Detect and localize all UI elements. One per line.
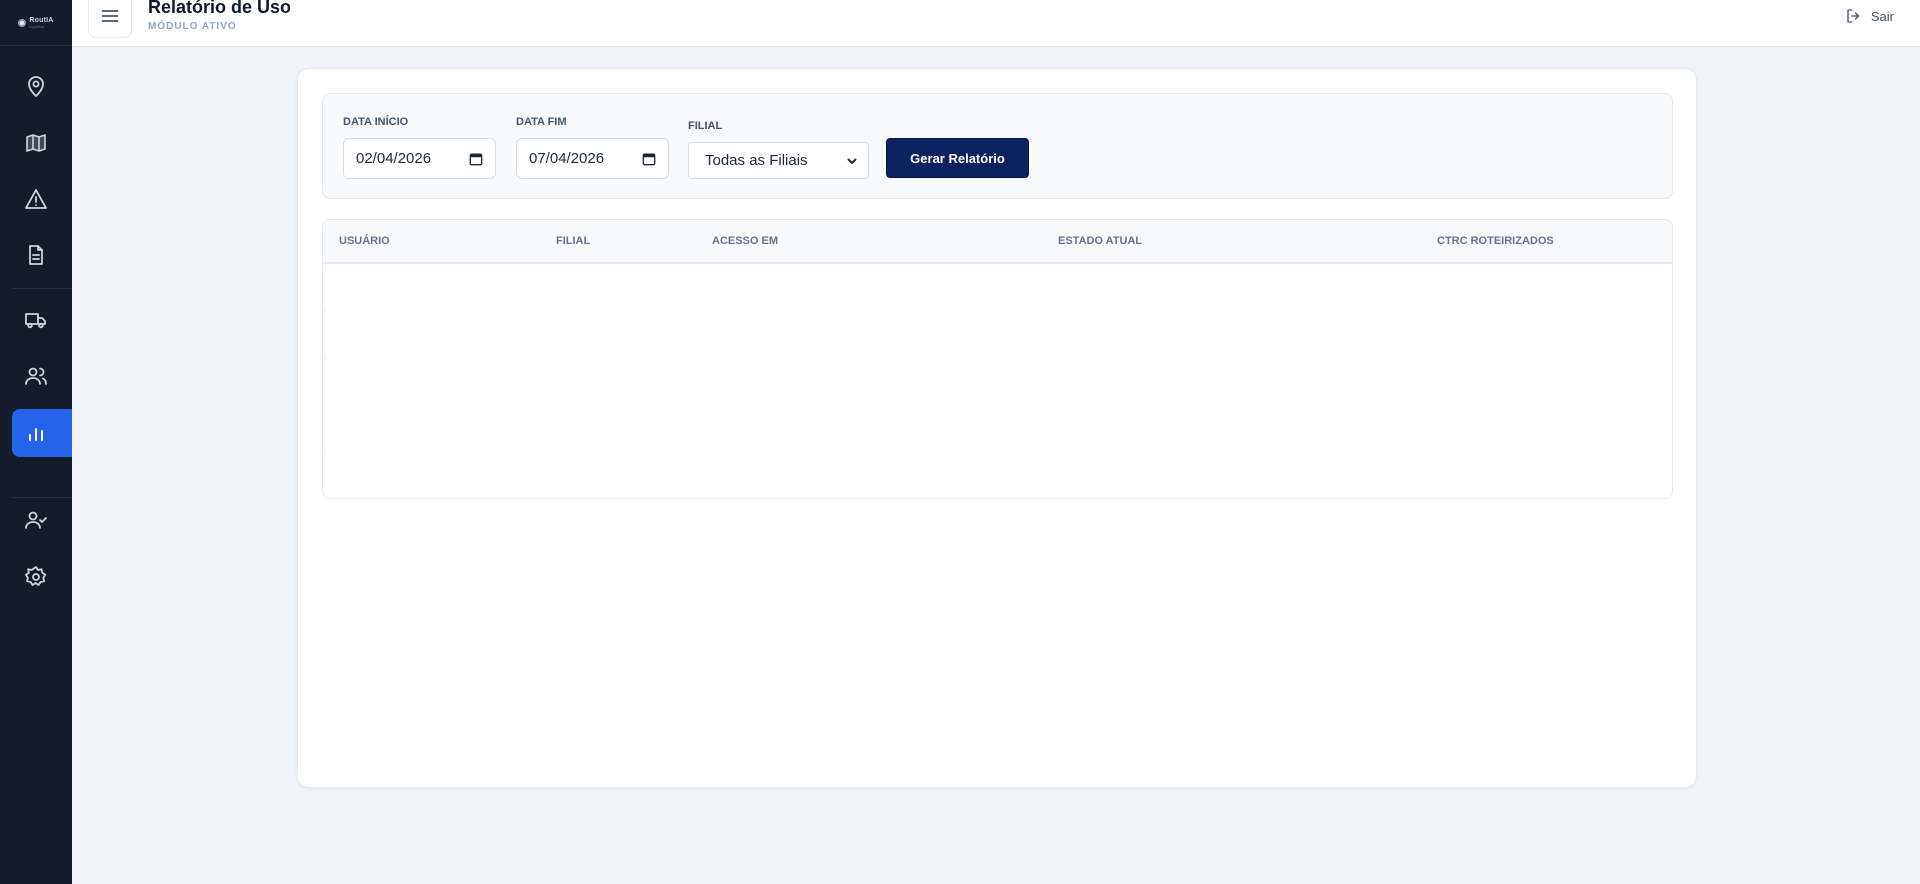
logo-text: RoutIA [29, 16, 54, 24]
sidebar-item-users[interactable] [12, 352, 72, 400]
start-date-label: DATA INÍCIO [343, 116, 409, 128]
column-header-branch[interactable]: FILIAL [556, 235, 590, 247]
branch-label: FILIAL [688, 120, 723, 132]
file-text-icon [29, 245, 43, 265]
menu-toggle-button[interactable] [88, 0, 132, 38]
end-date-label: DATA FIM [516, 116, 567, 128]
map-pin-icon [28, 76, 44, 97]
user-check-icon [25, 511, 47, 529]
end-date-input[interactable]: 07/04/2026 [516, 138, 669, 179]
report-card: DATA INÍCIO 02/04/2026 DATA FIM 07/04/20… [297, 68, 1697, 788]
column-header-status[interactable]: ESTADO ATUAL [1058, 235, 1142, 247]
topbar: Relatório de Uso MÓDULO ATIVO Sair [72, 0, 1920, 47]
start-date-input[interactable]: 02/04/2026 [343, 138, 496, 179]
page-subtitle: MÓDULO ATIVO [148, 21, 237, 32]
sidebar-item-alerts[interactable] [12, 175, 72, 223]
logo-icon [18, 18, 27, 27]
logout-label: Sair [1870, 8, 1894, 24]
table-row-divider [323, 405, 327, 406]
calendar-icon[interactable] [642, 152, 656, 166]
table-row-divider [323, 311, 327, 312]
sidebar-item-fleet[interactable] [12, 296, 72, 344]
sidebar-item-reports[interactable] [12, 409, 72, 457]
sidebar-item-user-permissions[interactable] [12, 496, 72, 544]
sidebar-item-map[interactable] [12, 119, 72, 167]
chevron-down-icon [847, 158, 857, 164]
gear-icon [25, 566, 47, 586]
start-date-value: 02/04/2026 [356, 150, 432, 167]
truck-icon [25, 313, 46, 329]
alert-triangle-icon [25, 189, 47, 209]
filters-panel: DATA INÍCIO 02/04/2026 DATA FIM 07/04/20… [322, 93, 1673, 199]
end-date-value: 07/04/2026 [529, 150, 605, 167]
sidebar: RoutIA logística [0, 0, 72, 884]
column-header-ctrc[interactable]: CTRC ROTEIRIZADOS [1437, 235, 1554, 247]
sidebar-divider [12, 288, 72, 289]
logout-button[interactable]: Sair [1845, 7, 1894, 25]
sidebar-item-settings[interactable] [12, 553, 72, 601]
app-logo[interactable]: RoutIA logística [0, 0, 72, 46]
usage-table: USUÁRIO FILIAL ACESSO EM ESTADO ATUAL CT… [322, 219, 1673, 499]
logo-subtext: logística [29, 23, 45, 29]
branch-selected-value: Todas as Filiais [705, 152, 808, 169]
users-icon [25, 367, 47, 385]
table-row-divider [323, 358, 327, 359]
logout-icon [1847, 9, 1860, 23]
bar-chart-icon [29, 428, 43, 441]
page-title: Relatório de Uso [148, 0, 292, 17]
column-header-user[interactable]: USUÁRIO [339, 235, 390, 247]
calendar-icon[interactable] [469, 152, 483, 166]
branch-select[interactable]: Todas as Filiais [688, 142, 869, 179]
sidebar-item-location[interactable] [12, 63, 72, 111]
map-book-icon [26, 134, 46, 152]
column-header-access[interactable]: ACESSO EM [712, 235, 778, 247]
generate-report-button[interactable]: Gerar Relatório [886, 138, 1029, 178]
table-header: USUÁRIO FILIAL ACESSO EM ESTADO ATUAL CT… [323, 220, 1672, 264]
sidebar-item-documents[interactable] [12, 231, 72, 279]
table-row-divider [323, 452, 327, 453]
hamburger-icon [101, 10, 119, 22]
